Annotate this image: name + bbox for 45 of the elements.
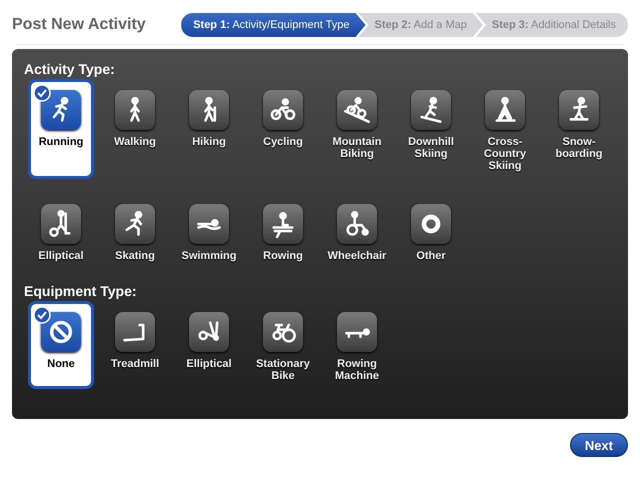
elliptical-machine-icon [189,312,229,352]
type-option[interactable]: Elliptical [176,301,242,389]
type-option[interactable]: Mountain Biking [324,79,390,179]
cross-country-skier-icon [485,90,525,130]
type-option[interactable]: Stationary Bike [250,301,316,389]
type-option[interactable]: Rowing Machine [324,301,390,389]
runner-icon [41,90,81,130]
checkmark-icon [33,84,51,102]
type-option[interactable]: Cycling [250,79,316,179]
swimmer-icon [189,204,229,244]
type-option[interactable]: Swimming [176,193,242,275]
prohibited-icon [41,312,81,352]
type-option[interactable]: Other [398,193,464,275]
type-option[interactable]: Snow-boarding [546,79,612,179]
checkmark-icon [33,306,51,324]
type-option[interactable]: Elliptical [28,193,94,275]
rowing-machine-icon [337,312,377,352]
type-option[interactable]: Hiking [176,79,242,179]
type-option[interactable]: Rowing [250,193,316,275]
step-tab[interactable]: Step 1: Activity/Equipment Type [181,13,366,37]
walker-icon [115,90,155,130]
type-option[interactable]: Skating [102,193,168,275]
type-option[interactable]: Cross-Country Skiing [472,79,538,179]
type-option[interactable]: Downhill Skiing [398,79,464,179]
elliptical-trainer-icon [41,204,81,244]
page-title: Post New Activity [12,16,146,34]
section-heading: Activity Type: [24,61,116,77]
skier-icon [411,90,451,130]
type-option[interactable]: None [28,301,94,389]
type-option[interactable]: Running [28,79,94,179]
snowboarder-icon [559,90,599,130]
exercise-bike-icon [263,312,303,352]
hiker-icon [189,90,229,130]
type-option[interactable]: Wheelchair [324,193,390,275]
type-option[interactable]: Treadmill [102,301,168,389]
mountain-biker-icon [337,90,377,130]
treadmill-icon [115,312,155,352]
skater-icon [115,204,155,244]
wheelchair-icon [337,204,377,244]
next-button[interactable]: Next [570,433,628,457]
rower-icon [263,204,303,244]
cyclist-icon [263,90,303,130]
section-heading: Equipment Type: [24,283,138,299]
type-option[interactable]: Walking [102,79,168,179]
ring-icon [411,204,451,244]
